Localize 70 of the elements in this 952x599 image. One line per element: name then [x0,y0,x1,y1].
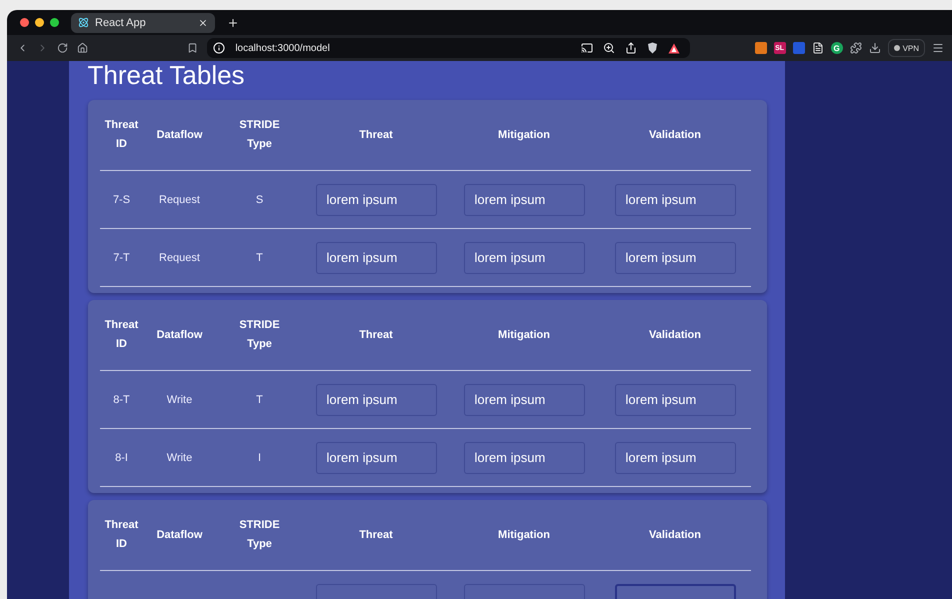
atom-icon [78,17,89,28]
reload-icon[interactable] [57,42,68,54]
column-header: Dataflow [156,328,202,342]
table-cell: 8-I [115,452,128,464]
text-field[interactable]: lorem ipsum [316,184,436,216]
text-field[interactable]: lorem ipsum [464,242,584,274]
column-header: Mitigation [498,128,550,142]
table-cell: Request [159,252,200,264]
table-cell: Request [159,194,200,206]
page-title: Threat Tables [88,61,246,92]
minimize-window-button[interactable] [35,18,44,27]
new-tab-icon[interactable] [227,16,239,28]
table-cell: S [256,194,264,206]
tab-title: React App [95,16,147,28]
column-header: Mitigation [498,328,550,342]
address-bar[interactable]: localhost:3000/model [207,38,690,58]
text-field[interactable]: lorem ipsum [614,184,736,216]
url-text: localhost:3000/model [235,42,331,54]
info-icon [213,42,226,54]
column-header: Validation [649,528,701,542]
column-header: STRIDE Type [238,318,281,352]
text-field[interactable]: lorem ipsum [464,442,584,474]
table-cell: 8-T [113,394,130,406]
table-cell: 7-S [112,194,130,206]
shield-icon[interactable] [646,42,658,54]
text-field[interactable]: lorem ipsum [316,384,436,416]
table-cell: 7-T [113,252,130,264]
triangle-icon[interactable] [668,42,680,54]
column-header: STRIDE Type [238,518,281,552]
extension-icon[interactable]: G [830,42,843,54]
column-header: Threat ID [104,318,140,352]
maximize-window-button[interactable] [50,18,59,27]
puzzle-icon[interactable] [850,42,862,54]
column-header: Threat [359,528,393,542]
column-header: STRIDE Type [238,118,281,152]
column-header: Threat ID [104,118,140,152]
document-icon[interactable] [812,42,824,54]
zoom-icon[interactable] [602,42,615,54]
table-cell: T [256,394,263,406]
share-icon[interactable] [624,42,637,54]
close-icon[interactable] [198,18,208,28]
menu-icon[interactable] [932,42,944,54]
extension-icon[interactable] [792,42,805,54]
table-cell: Write [166,452,192,464]
column-header: Threat [359,328,393,342]
cast-icon[interactable] [580,42,593,54]
text-field[interactable]: lorem ipsum [316,442,436,474]
fox-icon[interactable] [754,42,767,54]
column-header: Dataflow [156,528,202,542]
column-header: Threat ID [104,518,140,552]
column-header: Validation [649,328,701,342]
home-icon[interactable] [77,42,88,54]
bookmark-icon[interactable] [187,42,198,54]
vpn-button[interactable]: VPN [888,39,926,57]
text-field[interactable]: lorem ipsum [614,242,736,274]
browser-tab[interactable]: React App [71,12,215,32]
column-header: Dataflow [156,128,202,142]
text-field[interactable]: lorem ipsum [464,184,584,216]
text-field[interactable]: lorem ipsum [614,442,736,474]
text-field[interactable]: lorem ipsum [464,384,584,416]
table-cell: I [258,452,262,464]
column-header: Validation [649,128,701,142]
close-window-button[interactable] [20,18,29,27]
column-header: Threat [359,128,393,142]
text-field[interactable]: lorem ipsum [316,242,436,274]
download-icon[interactable] [868,42,881,54]
table-cell: Write [166,394,192,406]
column-header: Mitigation [498,528,550,542]
text-field[interactable]: lorem ipsum [614,384,736,416]
table-cell: T [256,252,263,264]
